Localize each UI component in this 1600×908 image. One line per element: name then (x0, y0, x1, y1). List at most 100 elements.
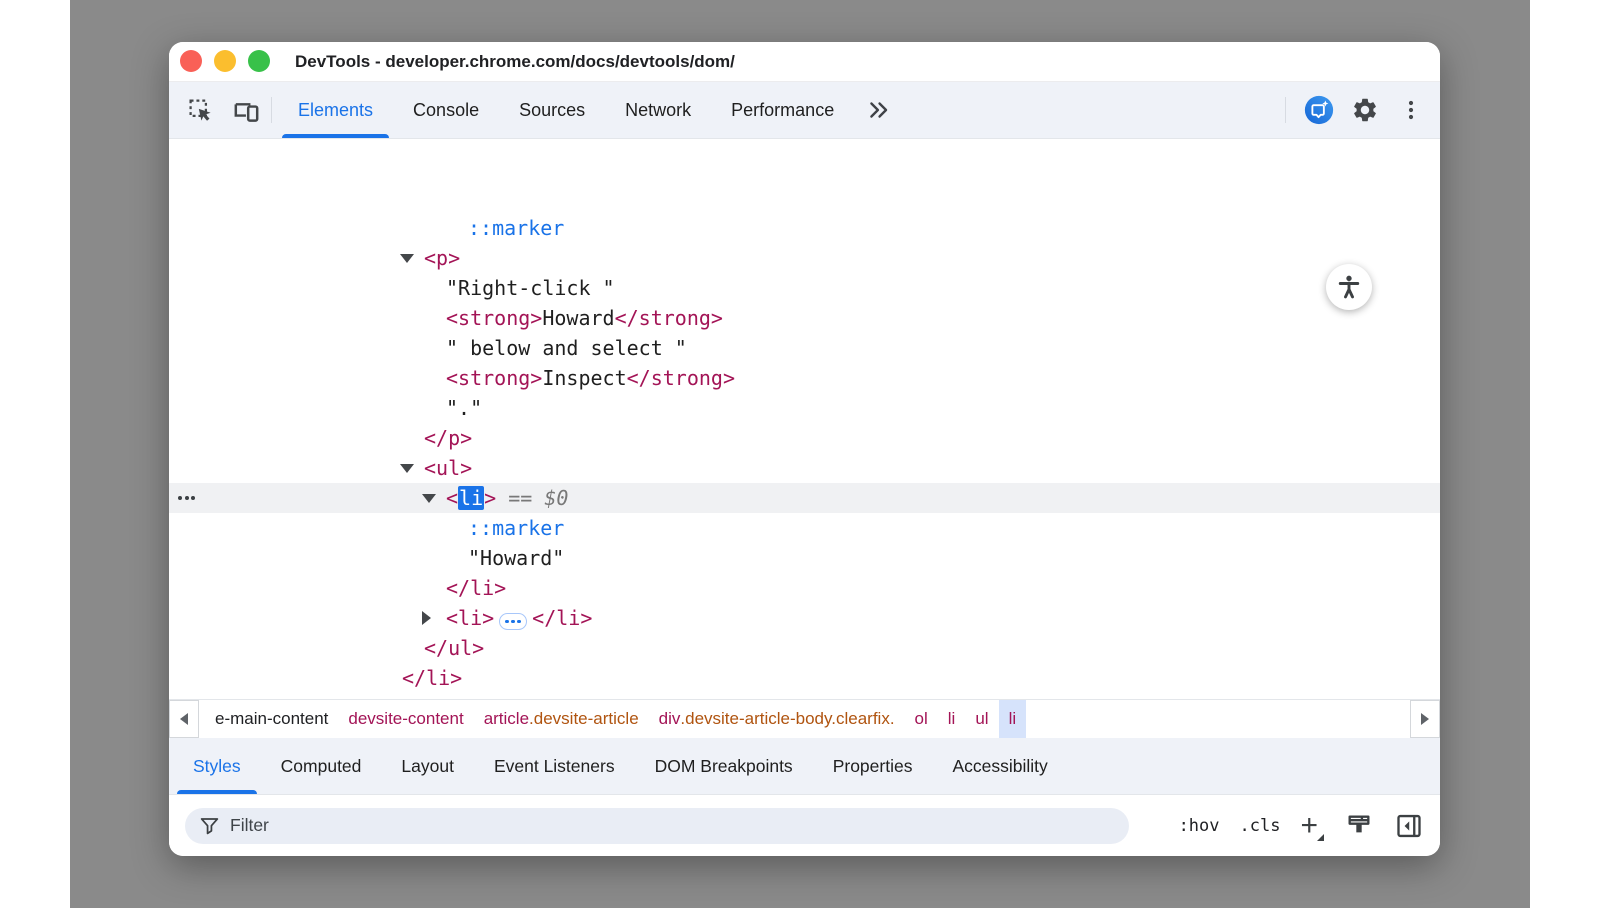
breadcrumb-segment: ul (975, 709, 988, 729)
sidebar-tab-computed[interactable]: Computed (261, 738, 382, 794)
close-window-button[interactable] (180, 50, 202, 72)
new-style-rule-plus-icon[interactable]: + (1300, 813, 1324, 839)
zoom-window-button[interactable] (248, 50, 270, 72)
inspect-icon[interactable] (185, 95, 215, 125)
dom-tree-row[interactable]: " below and select " (169, 333, 1440, 363)
window-titlebar: DevTools - developer.chrome.com/docs/dev… (169, 42, 1440, 82)
rendering-brush-icon[interactable] (1344, 811, 1374, 841)
more-vert-icon[interactable] (1396, 95, 1426, 125)
breadcrumb-item[interactable]: li (999, 700, 1027, 738)
dom-tree-row[interactable]: <strong>Howard</strong> (169, 303, 1440, 333)
breadcrumb-item[interactable]: ol (905, 700, 938, 738)
dom-tree-row[interactable]: <strong>Inspect</strong> (169, 363, 1440, 393)
dom-tree-row[interactable]: "." (169, 393, 1440, 423)
tree-token: </strong> (627, 366, 735, 390)
dom-tree-row[interactable]: </ul> (169, 633, 1440, 663)
tab-sources[interactable]: Sources (499, 82, 605, 138)
tree-token: </li> (532, 606, 592, 630)
breadcrumb-segment: ol (915, 709, 928, 729)
tree-token: Inspect (542, 366, 626, 390)
dom-tree-row[interactable]: </li> (169, 573, 1440, 603)
tree-token: <p> (424, 246, 460, 270)
toolbar-divider (271, 97, 272, 123)
dom-tree-panel: ::marker<p>"Right-click "<strong>Howard<… (169, 139, 1440, 699)
style-filter-field[interactable] (185, 808, 1129, 844)
dom-tree-row[interactable]: ::marker (169, 513, 1440, 543)
tree-token: ::marker (468, 216, 564, 240)
tree-token: < (446, 486, 458, 510)
tree-token: "Right-click " (446, 276, 615, 300)
device-toolbar-icon[interactable] (231, 95, 261, 125)
sidebar-tab-properties[interactable]: Properties (813, 738, 933, 794)
breadcrumb: e-main-contentdevsite-contentarticle.dev… (169, 699, 1440, 738)
tab-elements[interactable]: Elements (278, 82, 393, 138)
tab-network[interactable]: Network (605, 82, 711, 138)
sidebar-tab-event-listeners[interactable]: Event Listeners (474, 738, 635, 794)
tree-token: "Howard" (468, 546, 564, 570)
toggle-element-state-hov[interactable]: :hov (1179, 816, 1220, 836)
breadcrumb-segment: devsite-content (348, 709, 463, 729)
sidebar-tab-dom-breakpoints[interactable]: DOM Breakpoints (635, 738, 813, 794)
tab-console[interactable]: Console (393, 82, 499, 138)
sidebar-tab-layout[interactable]: Layout (381, 738, 474, 794)
ai-assistance-icon[interactable] (1304, 95, 1334, 125)
sidebar-tab-styles[interactable]: Styles (173, 738, 261, 794)
breadcrumb-item[interactable]: devsite-content (338, 700, 473, 738)
breadcrumb-segment: .devsite-article-body.clearfix. (680, 709, 894, 729)
tree-token: <li> (446, 606, 494, 630)
chevron-double-right-icon[interactable] (854, 97, 904, 123)
dom-tree-row[interactable]: ::marker (169, 213, 1440, 243)
dom-tree-row[interactable]: "Right-click " (169, 273, 1440, 303)
toggle-sidebar-icon[interactable] (1394, 811, 1424, 841)
node-options-ellipsis-icon[interactable] (178, 483, 195, 513)
selected-tag-name: li (458, 486, 484, 510)
sidebar-tab-accessibility[interactable]: Accessibility (932, 738, 1067, 794)
breadcrumb-segment: e-main-content (215, 709, 328, 729)
breadcrumb-item[interactable]: article.devsite-article (474, 700, 649, 738)
tree-token: > (484, 486, 496, 510)
tree-token: </li> (446, 576, 506, 600)
tree-token: <strong> (446, 366, 542, 390)
toggle-element-classes-cls[interactable]: .cls (1240, 816, 1281, 836)
scroll-right-icon[interactable] (1410, 700, 1440, 738)
minimize-window-button[interactable] (214, 50, 236, 72)
tab-performance[interactable]: Performance (711, 82, 854, 138)
tree-token: </p> (424, 426, 472, 450)
tree-token: <strong> (446, 306, 542, 330)
expander-triangle-icon[interactable] (422, 611, 431, 625)
dom-tree-row[interactable]: <li> </li> (169, 603, 1440, 633)
sidebar-tabstrip: StylesComputedLayoutEvent ListenersDOM B… (169, 738, 1440, 794)
tree-token: == (496, 486, 544, 510)
expander-triangle-icon[interactable] (422, 494, 436, 503)
toolbar-right-divider (1285, 97, 1286, 123)
dom-tree-row[interactable]: <li> == $0 (169, 483, 1440, 513)
dom-tree-row[interactable]: <ul> (169, 453, 1440, 483)
tree-token: "." (446, 396, 482, 420)
dom-tree-row[interactable]: </li> (169, 663, 1440, 693)
expander-triangle-icon[interactable] (400, 464, 414, 473)
breadcrumb-item[interactable]: e-main-content (205, 700, 338, 738)
panel-tabstrip: ElementsConsoleSourcesNetworkPerformance (278, 82, 854, 138)
breadcrumb-segment: div (659, 709, 681, 729)
styles-filter-bar: :hov .cls + (169, 794, 1440, 856)
breadcrumb-item[interactable]: ul (965, 700, 998, 738)
breadcrumb-item[interactable]: div.devsite-article-body.clearfix. (649, 700, 905, 738)
settings-gear-icon[interactable] (1350, 95, 1380, 125)
style-filter-input[interactable] (230, 815, 1115, 836)
window-title: DevTools - developer.chrome.com/docs/dev… (295, 42, 735, 82)
dom-tree-row[interactable]: <p> (169, 243, 1440, 273)
dom-tree-row[interactable]: </p> (169, 423, 1440, 453)
tree-token: </li> (402, 666, 462, 690)
filter-funnel-icon (199, 815, 220, 836)
dom-tree-row[interactable]: "Howard" (169, 543, 1440, 573)
breadcrumb-segment: article (484, 709, 529, 729)
breadcrumb-segment: li (948, 709, 956, 729)
expander-triangle-icon[interactable] (400, 254, 414, 263)
breadcrumb-segment: li (1009, 709, 1017, 729)
scroll-left-icon[interactable] (169, 700, 199, 738)
breadcrumb-item[interactable]: li (938, 700, 966, 738)
breadcrumb-list: e-main-contentdevsite-contentarticle.dev… (199, 700, 1410, 738)
hidden-content-ellipsis-icon[interactable] (499, 613, 527, 630)
devtools-window: DevTools - developer.chrome.com/docs/dev… (169, 42, 1440, 856)
tree-token: " below and select " (446, 336, 687, 360)
